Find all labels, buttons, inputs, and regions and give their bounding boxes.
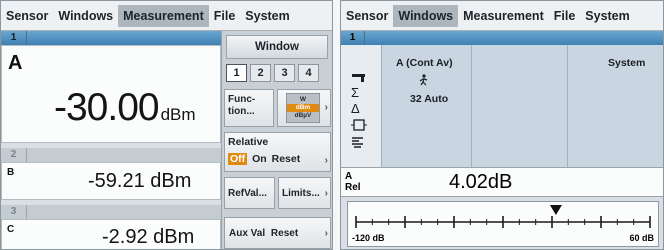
tab-window-3[interactable]: 3 bbox=[274, 64, 295, 82]
window-1-value: -30.00 bbox=[54, 86, 160, 129]
reading-mode: Rel bbox=[345, 182, 361, 193]
menu-sensor[interactable]: Sensor bbox=[1, 5, 53, 27]
relative-button[interactable]: Relative Off On Reset › bbox=[224, 132, 331, 172]
relative-label: Relative bbox=[228, 136, 269, 148]
unit-option-dbm: dBm bbox=[287, 104, 319, 112]
menu-system[interactable]: System bbox=[240, 5, 294, 27]
tab-window-4[interactable]: 4 bbox=[298, 64, 319, 82]
auxval-label: Aux Val bbox=[229, 228, 266, 239]
menu-bar: Sensor Windows Measurement File System bbox=[1, 1, 332, 31]
sensor-mode-label: A (Cont Av) bbox=[396, 57, 453, 69]
window-3-channel: C bbox=[7, 224, 15, 235]
chevron-right-icon: › bbox=[324, 188, 328, 199]
unit-option-w: W bbox=[299, 96, 307, 103]
chevron-right-icon: › bbox=[324, 102, 328, 113]
relative-off[interactable]: Off bbox=[228, 153, 248, 165]
auxval-button[interactable]: Aux Val Reset › bbox=[224, 217, 331, 249]
averaging-value: 32 Auto bbox=[410, 93, 449, 105]
window-2[interactable]: B -59.21 dBm bbox=[1, 162, 221, 200]
runner-icon bbox=[419, 73, 429, 91]
unit-selector: W dBm dBµV bbox=[286, 93, 320, 123]
relative-reading[interactable]: A Rel 4.02dB bbox=[341, 167, 663, 197]
gun-icon[interactable] bbox=[351, 71, 367, 86]
unit-button[interactable]: W dBm dBµV › bbox=[277, 89, 331, 127]
window-2-number: 2 bbox=[1, 148, 27, 162]
scale-pointer-icon bbox=[549, 205, 562, 215]
sigma-icon[interactable]: Σ bbox=[351, 85, 359, 100]
system-label: System bbox=[608, 57, 646, 69]
window-3[interactable]: C -2.92 dBm bbox=[1, 219, 221, 249]
window-1-number: 1 bbox=[341, 31, 365, 45]
delta-icon[interactable]: Δ bbox=[351, 101, 360, 116]
analog-scale: -120 dB 60 dB bbox=[347, 201, 659, 247]
window-tabs: 1 2 3 4 bbox=[226, 64, 332, 84]
relative-on[interactable]: On bbox=[252, 153, 267, 165]
window-1[interactable]: A -30.00 dBm bbox=[1, 45, 221, 143]
menu-bar: Sensor Windows Measurement File System bbox=[341, 1, 663, 31]
window-3-value: -2.92 dBm bbox=[102, 226, 195, 248]
window-1-unit: dBm bbox=[160, 105, 196, 124]
menu-sensor[interactable]: Sensor bbox=[341, 5, 393, 27]
left-screen: Sensor Windows Measurement File System 1… bbox=[0, 0, 333, 250]
softkey-title: Window bbox=[226, 35, 328, 59]
menu-windows[interactable]: Windows bbox=[53, 5, 118, 27]
refval-button[interactable]: RefVal... bbox=[224, 177, 275, 209]
tool-icons: Σ Δ bbox=[341, 45, 381, 167]
window-3-header[interactable]: 3 bbox=[1, 205, 221, 219]
relative-options: Off On Reset bbox=[228, 153, 300, 165]
function-button[interactable]: Func- tion... bbox=[224, 89, 274, 127]
config-area: Σ Δ A (Cont Av) 32 Auto System bbox=[341, 45, 663, 167]
window-1-number: 1 bbox=[1, 31, 27, 45]
window-3-number: 3 bbox=[1, 205, 27, 219]
window-1-header[interactable]: 1 bbox=[1, 31, 221, 45]
tab-window-1[interactable]: 1 bbox=[226, 64, 247, 82]
window-2-header[interactable]: 2 bbox=[1, 148, 221, 162]
menu-measurement[interactable]: Measurement bbox=[458, 5, 549, 27]
config-column-system[interactable]: System bbox=[567, 45, 663, 167]
reading-value: 4.02dB bbox=[449, 171, 513, 193]
config-column-b[interactable] bbox=[471, 45, 567, 167]
menu-file[interactable]: File bbox=[549, 5, 581, 27]
window-2-value: -59.21 dBm bbox=[88, 170, 192, 192]
unit-option-dbuv: dBµV bbox=[294, 112, 312, 119]
filter-icon[interactable] bbox=[351, 137, 365, 153]
reading-channel-block: A Rel bbox=[345, 171, 361, 193]
function-label: Func- tion... bbox=[228, 94, 256, 117]
scale-min-label: -120 dB bbox=[352, 233, 385, 243]
screen-divider bbox=[333, 0, 340, 250]
menu-windows[interactable]: Windows bbox=[393, 4, 459, 27]
reading-channel: A bbox=[345, 171, 353, 182]
auxval-reset[interactable]: Reset bbox=[271, 228, 298, 239]
right-screen: Sensor Windows Measurement File System 1… bbox=[340, 0, 664, 250]
menu-system[interactable]: System bbox=[580, 5, 634, 27]
window-1-header[interactable]: 1 bbox=[341, 31, 663, 45]
window-1-channel: A bbox=[8, 52, 23, 74]
menu-measurement[interactable]: Measurement bbox=[118, 4, 209, 27]
window-2-channel: B bbox=[7, 167, 15, 178]
auxval-label-row: Aux Val Reset bbox=[229, 228, 298, 239]
relative-reset[interactable]: Reset bbox=[272, 153, 301, 165]
menu-file[interactable]: File bbox=[209, 5, 241, 27]
limits-label: Limits... bbox=[282, 188, 320, 199]
frame-icon[interactable] bbox=[351, 119, 367, 134]
chevron-right-icon: › bbox=[324, 228, 328, 239]
limits-button[interactable]: Limits... › bbox=[278, 177, 331, 209]
tab-window-2[interactable]: 2 bbox=[250, 64, 271, 82]
softkey-panel: Window 1 2 3 4 Func- tion... W dBm dBµV … bbox=[221, 31, 332, 249]
refval-label: RefVal... bbox=[228, 188, 267, 199]
window-1-reading: -30.00 dBm bbox=[54, 86, 196, 130]
config-column-a[interactable]: A (Cont Av) 32 Auto bbox=[381, 45, 471, 167]
scale-graphic bbox=[355, 205, 651, 228]
analog-scale-area: -120 dB 60 dB bbox=[341, 197, 663, 249]
scale-max-label: 60 dB bbox=[629, 233, 654, 243]
chevron-right-icon: › bbox=[324, 155, 328, 166]
